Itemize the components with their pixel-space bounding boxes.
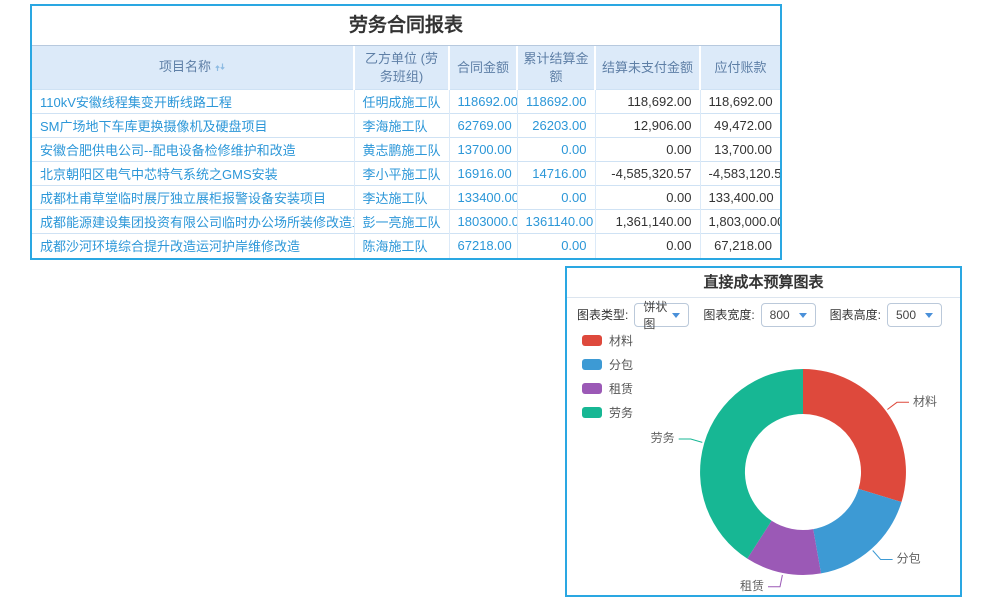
col-header-contract-amount: 合同金额 bbox=[449, 46, 517, 90]
col-header-project-label: 项目名称 bbox=[159, 59, 211, 74]
project-name-cell[interactable]: SM广场地下车库更换摄像机及硬盘项目 bbox=[32, 114, 354, 138]
unpaid-amount-cell: 1,361,140.00 bbox=[595, 210, 700, 234]
legend-swatch-labor bbox=[582, 407, 602, 418]
contractor-cell[interactable]: 任明成施工队 bbox=[354, 90, 449, 114]
col-header-project: 项目名称 bbox=[32, 46, 354, 90]
project-name-cell[interactable]: 成都杜甫草堂临时展厅独立展柜报警设备安装项目 bbox=[32, 186, 354, 210]
slice-label: 材料 bbox=[913, 394, 937, 408]
label-leader-line bbox=[768, 575, 782, 587]
chart-legend: 材料分包租赁劳务 bbox=[582, 332, 633, 428]
table-row: 成都沙河环境综合提升改造运河护岸维修改造陈海施工队67218.000.000.0… bbox=[32, 234, 780, 258]
unpaid-amount-cell: 0.00 bbox=[595, 186, 700, 210]
contractor-cell[interactable]: 李达施工队 bbox=[354, 186, 449, 210]
report-title: 劳务合同报表 bbox=[32, 6, 780, 46]
pie-slice-subcontract[interactable] bbox=[813, 489, 901, 574]
legend-swatch-subcontract bbox=[582, 359, 602, 370]
unpaid-amount-cell: 118,692.00 bbox=[595, 90, 700, 114]
label-leader-line bbox=[887, 402, 909, 409]
report-table: 项目名称 乙方单位 (劳务班组) 合同金额 累计结算金额 结算未支付金额 应付账… bbox=[32, 46, 780, 258]
col-header-unpaid-amount: 结算未支付金额 bbox=[595, 46, 700, 90]
contract-amount-cell[interactable]: 67218.00 bbox=[449, 234, 517, 258]
slice-label: 租赁 bbox=[740, 579, 764, 593]
settled-amount-cell[interactable]: 0.00 bbox=[517, 234, 595, 258]
col-header-settled-amount: 累计结算金额 bbox=[517, 46, 595, 90]
contractor-cell[interactable]: 黄志鹏施工队 bbox=[354, 138, 449, 162]
legend-item-rental[interactable]: 租赁 bbox=[582, 380, 633, 397]
page: 劳务合同报表 项目名称 乙方单位 (劳务班组) 合同金额 累计结算金额 结算未支… bbox=[0, 0, 1000, 600]
slice-label: 劳务 bbox=[651, 430, 675, 445]
payable-cell: 13,700.00 bbox=[700, 138, 780, 162]
label-leader-line bbox=[679, 439, 703, 442]
payable-cell: -4,583,120.57 bbox=[700, 162, 780, 186]
unpaid-amount-cell: 0.00 bbox=[595, 234, 700, 258]
project-name-cell[interactable]: 安徽合肥供电公司--配电设备检修维护和改造 bbox=[32, 138, 354, 162]
contractor-cell[interactable]: 李小平施工队 bbox=[354, 162, 449, 186]
legend-label: 材料 bbox=[609, 332, 633, 349]
payable-cell: 67,218.00 bbox=[700, 234, 780, 258]
project-name-cell[interactable]: 成都沙河环境综合提升改造运河护岸维修改造 bbox=[32, 234, 354, 258]
contract-amount-cell[interactable]: 16916.00 bbox=[449, 162, 517, 186]
project-name-cell[interactable]: 110kV安徽线程集变开断线路工程 bbox=[32, 90, 354, 114]
table-row: 成都能源建设集团投资有限公司临时办公场所装修改造工程EPC彭一亮施工队18030… bbox=[32, 210, 780, 234]
payable-cell: 133,400.00 bbox=[700, 186, 780, 210]
payable-cell: 118,692.00 bbox=[700, 90, 780, 114]
table-row: 成都杜甫草堂临时展厅独立展柜报警设备安装项目李达施工队133400.000.00… bbox=[32, 186, 780, 210]
settled-amount-cell[interactable]: 0.00 bbox=[517, 186, 595, 210]
contract-amount-cell[interactable]: 1803000.00 bbox=[449, 210, 517, 234]
contract-amount-cell[interactable]: 133400.00 bbox=[449, 186, 517, 210]
table-header-row: 项目名称 乙方单位 (劳务班组) 合同金额 累计结算金额 结算未支付金额 应付账… bbox=[32, 46, 780, 90]
unpaid-amount-cell: 12,906.00 bbox=[595, 114, 700, 138]
contract-amount-cell[interactable]: 118692.00 bbox=[449, 90, 517, 114]
label-leader-line bbox=[873, 551, 893, 560]
contract-amount-cell[interactable]: 13700.00 bbox=[449, 138, 517, 162]
table-row: 110kV安徽线程集变开断线路工程任明成施工队118692.00118692.0… bbox=[32, 90, 780, 114]
unpaid-amount-cell: 0.00 bbox=[595, 138, 700, 162]
legend-label: 租赁 bbox=[609, 380, 633, 397]
slice-label: 分包 bbox=[897, 552, 921, 566]
settled-amount-cell[interactable]: 26203.00 bbox=[517, 114, 595, 138]
table-row: 北京朝阳区电气中芯特气系统之GMS安装李小平施工队16916.0014716.0… bbox=[32, 162, 780, 186]
contractor-cell[interactable]: 彭一亮施工队 bbox=[354, 210, 449, 234]
report-table-body: 110kV安徽线程集变开断线路工程任明成施工队118692.00118692.0… bbox=[32, 90, 780, 258]
contractor-cell[interactable]: 李海施工队 bbox=[354, 114, 449, 138]
legend-swatch-materials bbox=[582, 335, 602, 346]
col-header-contractor: 乙方单位 (劳务班组) bbox=[354, 46, 449, 90]
pie-slice-materials[interactable] bbox=[803, 369, 906, 502]
table-row: 安徽合肥供电公司--配电设备检修维护和改造黄志鹏施工队13700.000.000… bbox=[32, 138, 780, 162]
project-name-cell[interactable]: 北京朝阳区电气中芯特气系统之GMS安装 bbox=[32, 162, 354, 186]
legend-item-subcontract[interactable]: 分包 bbox=[582, 356, 633, 373]
sort-icon[interactable] bbox=[215, 60, 226, 78]
legend-label: 分包 bbox=[609, 356, 633, 373]
payable-cell: 1,803,000.00 bbox=[700, 210, 780, 234]
settled-amount-cell[interactable]: 14716.00 bbox=[517, 162, 595, 186]
contract-amount-cell[interactable]: 62769.00 bbox=[449, 114, 517, 138]
unpaid-amount-cell: -4,585,320.57 bbox=[595, 162, 700, 186]
payable-cell: 49,472.00 bbox=[700, 114, 780, 138]
legend-label: 劳务 bbox=[609, 404, 633, 421]
legend-item-labor[interactable]: 劳务 bbox=[582, 404, 633, 421]
settled-amount-cell[interactable]: 1361140.00 bbox=[517, 210, 595, 234]
donut-chart: 材料分包租赁劳务 bbox=[567, 268, 960, 595]
labor-contract-report-card: 劳务合同报表 项目名称 乙方单位 (劳务班组) 合同金额 累计结算金额 结算未支… bbox=[30, 4, 782, 260]
project-name-cell[interactable]: 成都能源建设集团投资有限公司临时办公场所装修改造工程EPC bbox=[32, 210, 354, 234]
legend-swatch-rental bbox=[582, 383, 602, 394]
legend-item-materials[interactable]: 材料 bbox=[582, 332, 633, 349]
settled-amount-cell[interactable]: 0.00 bbox=[517, 138, 595, 162]
settled-amount-cell[interactable]: 118692.00 bbox=[517, 90, 595, 114]
direct-cost-chart-card: 直接成本预算图表 图表类型: 饼状图 图表宽度: 800 图表高度: 500 材… bbox=[565, 266, 962, 597]
contractor-cell[interactable]: 陈海施工队 bbox=[354, 234, 449, 258]
table-row: SM广场地下车库更换摄像机及硬盘项目李海施工队62769.0026203.001… bbox=[32, 114, 780, 138]
col-header-payable: 应付账款 bbox=[700, 46, 780, 90]
